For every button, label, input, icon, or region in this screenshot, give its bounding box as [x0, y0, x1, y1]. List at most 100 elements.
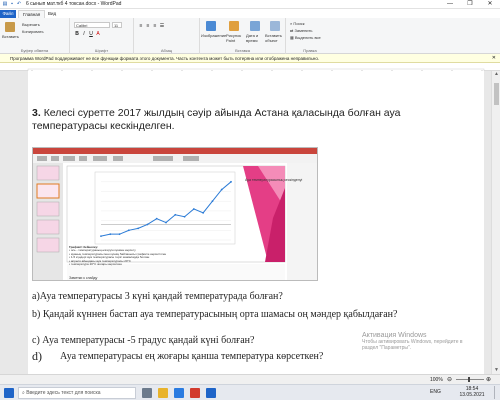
question-c: c) Ауа температурасы -5 градус қандай кү…: [32, 335, 255, 346]
zoom-level: 100%: [430, 377, 443, 383]
object-icon[interactable]: [270, 21, 280, 31]
italic-button[interactable]: I: [81, 31, 87, 37]
font-group-label: Шрифт: [94, 48, 109, 53]
replace-button[interactable]: ⇄ Заменить: [290, 28, 312, 33]
image-icon[interactable]: [206, 21, 216, 31]
copy-button[interactable]: Копировать: [22, 29, 44, 34]
infobar-message: Программа WordPad поддерживает не все фу…: [10, 56, 320, 61]
slide-notes: Графикті бейнелеу: • ось - температураны…: [69, 245, 166, 267]
paste-icon[interactable]: [5, 22, 15, 32]
notes-line: • температура 20°C жоғары көрсеткен: [69, 262, 122, 267]
taskbar-clock[interactable]: 18:54 13.05.2021: [455, 386, 489, 398]
task-view-icon[interactable]: [142, 388, 152, 398]
select-all-label: Выделить все: [294, 35, 321, 40]
watermark-title: Активация Windows: [362, 332, 427, 339]
document-area[interactable]: 3. Келесі суретте 2017 жылдың сәуір айын…: [0, 71, 491, 374]
vertical-scrollbar[interactable]: ▲ ▼: [491, 71, 500, 374]
tab-file[interactable]: Файл: [0, 10, 16, 18]
insert-object-button[interactable]: Вставить объект: [265, 33, 285, 43]
status-bar: 100% ⊖ ⊕: [0, 374, 500, 384]
file-explorer-icon[interactable]: [158, 388, 168, 398]
insert-paint-button[interactable]: Рисунок Paint: [226, 33, 244, 43]
close-button[interactable]: ✕: [480, 0, 500, 9]
scroll-down-icon[interactable]: ▼: [492, 367, 500, 374]
cut-button[interactable]: Вырезать: [22, 22, 40, 27]
temperature-point: [202, 211, 205, 214]
minimize-button[interactable]: —: [440, 0, 460, 9]
bullets-icon[interactable]: ☰: [159, 23, 165, 29]
zoom-slider[interactable]: [456, 379, 484, 380]
zoom-in-icon[interactable]: ⊕: [486, 376, 491, 383]
scrollbar-thumb[interactable]: [494, 83, 499, 105]
taskbar: ⌕ Введите здесь текст для поиска ENG 18:…: [0, 384, 500, 400]
temperature-point: [146, 223, 149, 226]
temperature-point: [183, 215, 186, 218]
tab-view[interactable]: Вид: [44, 10, 60, 18]
temperature-point: [192, 208, 195, 210]
question-3: 3. Келесі суретте 2017 жылдың сәуір айын…: [32, 107, 472, 133]
align-right-icon[interactable]: ≡: [152, 23, 158, 29]
temperature-point: [211, 200, 214, 203]
paint-icon[interactable]: [229, 21, 239, 31]
font-group: Calibri 11 B I U A Шрифт: [70, 18, 134, 54]
replace-label: Заменить: [294, 28, 313, 33]
question-3-text: Келесі суретте 2017 жылдың сәуір айында …: [32, 107, 401, 132]
insert-image-button[interactable]: Изображение: [201, 33, 226, 38]
undo-icon[interactable]: ↶: [16, 1, 22, 7]
language-indicator[interactable]: ENG: [430, 389, 441, 395]
tab-home[interactable]: Главная: [18, 10, 46, 18]
windows-start-icon[interactable]: [4, 388, 14, 398]
text-color-icon[interactable]: A: [95, 31, 101, 37]
temperature-point: [174, 213, 177, 216]
document-page[interactable]: 3. Келесі суретте 2017 жылдың сәуір айын…: [28, 71, 484, 374]
temperature-point: [230, 180, 232, 183]
insert-group-label: Вставка: [235, 48, 250, 53]
clipboard-group-label: Буфер обмена: [20, 48, 49, 53]
ribbon-tabs: Файл Главная Вид: [0, 9, 500, 18]
ruler[interactable]: [0, 63, 500, 76]
scroll-up-icon[interactable]: ▲: [492, 71, 500, 78]
embedded-screenshot[interactable]: Ауа температурасының кескінделуі Графикт…: [32, 147, 318, 281]
editing-group-label: Правка: [303, 48, 317, 53]
temperature-point: [220, 188, 223, 191]
find-button[interactable]: ⌕ Поиск: [290, 21, 304, 26]
align-left-icon[interactable]: ≡: [138, 23, 144, 29]
insert-group: Изображение Рисунок Paint Дата и время В…: [200, 18, 286, 54]
question-a: а)Ауа температурасы 3 күні қандай темпер…: [32, 291, 283, 302]
title-bar: ▤ ▪ ↶ 6 сынып мат.ткб 4 токсан.docx - Wo…: [0, 0, 500, 9]
temperature-point: [155, 217, 158, 220]
paste-button[interactable]: Вставить: [2, 34, 19, 39]
temperature-point: [165, 221, 167, 224]
infobar-close-icon[interactable]: ✕: [492, 54, 496, 63]
bold-button[interactable]: B: [74, 31, 80, 37]
zoom-slider-thumb[interactable]: [468, 377, 470, 382]
font-name-select[interactable]: Calibri: [74, 22, 110, 28]
show-desktop-button[interactable]: [494, 386, 498, 399]
app-icon[interactable]: [190, 388, 200, 398]
question-d: Ауа температурасы ең жоғары қанша темпер…: [60, 351, 324, 362]
temperature-point: [127, 229, 130, 232]
zoom-out-icon[interactable]: ⊖: [447, 376, 452, 383]
find-label: Поиск: [293, 21, 305, 26]
temperature-point: [137, 227, 140, 230]
save-icon[interactable]: ▪: [9, 1, 15, 7]
temperature-point: [109, 233, 112, 236]
wordpad-taskbar-icon[interactable]: [206, 388, 216, 398]
notes-footer: Заметки к слайду: [69, 276, 98, 280]
calendar-icon[interactable]: [250, 21, 260, 31]
underline-button[interactable]: U: [88, 31, 94, 37]
insert-datetime-button[interactable]: Дата и время: [246, 33, 264, 43]
taskbar-search-box[interactable]: ⌕ Введите здесь текст для поиска: [18, 387, 136, 399]
maximize-button[interactable]: ❐: [460, 0, 480, 9]
temperature-point: [118, 233, 121, 236]
edge-icon[interactable]: [174, 388, 184, 398]
font-size-select[interactable]: 11: [112, 22, 122, 28]
question-d-letter: d): [32, 349, 42, 363]
taskbar-search-placeholder: Введите здесь текст для поиска: [26, 390, 101, 396]
temperature-point: [100, 235, 102, 238]
select-all-button[interactable]: ▦ Выделить все: [290, 35, 321, 40]
align-center-icon[interactable]: ≡: [145, 23, 151, 29]
ribbon: Вставить Вырезать Копировать Буфер обмен…: [0, 18, 500, 54]
paragraph-group-label: Абзац: [160, 48, 173, 53]
paragraph-group: ≡ ≡ ≡ ☰ Абзац: [134, 18, 200, 54]
